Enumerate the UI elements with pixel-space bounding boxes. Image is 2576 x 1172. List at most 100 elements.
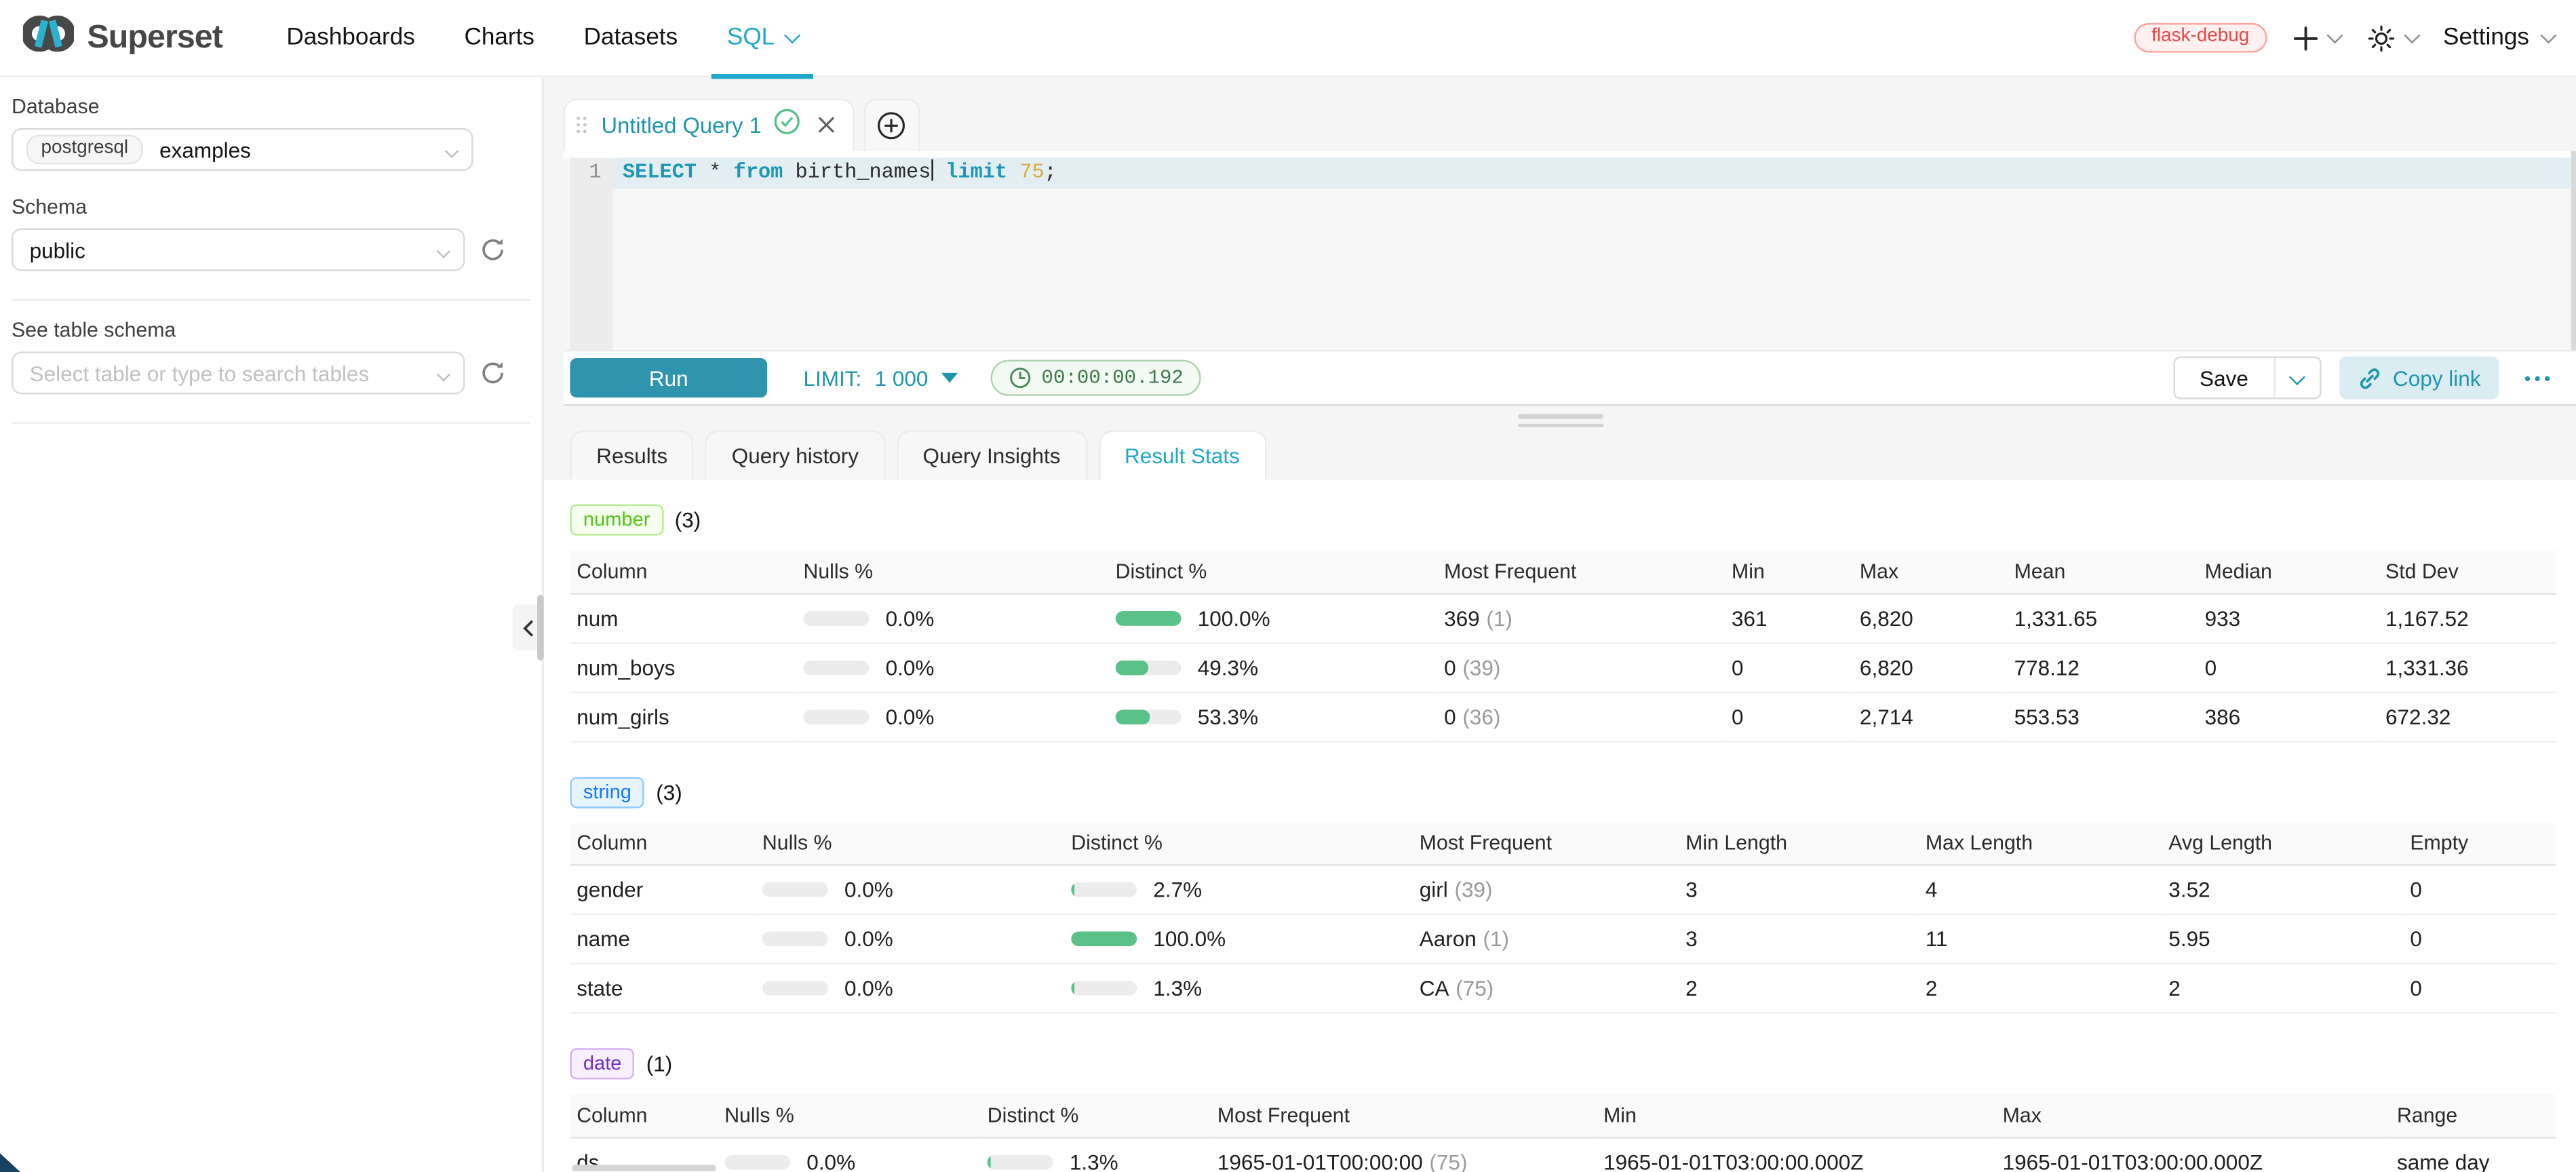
table-row: name0.0%100.0%Aaron(1)3115.950 bbox=[570, 914, 2556, 964]
superset-brand[interactable]: Superset bbox=[23, 12, 222, 64]
nav-sql[interactable]: SQL bbox=[703, 0, 822, 77]
column-header: Min Length bbox=[1679, 822, 1919, 865]
table-cell: 0.0% bbox=[756, 865, 1064, 914]
refresh-schemas-icon[interactable] bbox=[480, 237, 506, 263]
superset-logo-icon bbox=[23, 12, 74, 64]
chevron-down-icon bbox=[784, 27, 799, 42]
nav-dashboards[interactable]: Dashboards bbox=[262, 0, 440, 77]
query-tab-bar: Untitled Query 1 bbox=[564, 98, 2576, 151]
new-item-menu[interactable] bbox=[2294, 26, 2341, 50]
table-cell: 0.0% bbox=[756, 964, 1064, 1013]
column-header: Column bbox=[570, 550, 797, 593]
table-cell: 386 bbox=[2198, 692, 2379, 741]
table-cell: same day bbox=[2390, 1137, 2556, 1172]
editor-gutter: 1 bbox=[570, 158, 613, 350]
percent-bar bbox=[1071, 931, 1137, 946]
horizontal-scrollbar-thumb[interactable] bbox=[572, 1164, 716, 1171]
environment-badge: flask-debug bbox=[2134, 23, 2267, 53]
column-header: Empty bbox=[2404, 822, 2556, 865]
table-cell: 1965-01-01T03:00:00.000Z bbox=[1597, 1137, 1996, 1172]
chevron-down-icon bbox=[445, 144, 459, 159]
database-label: Database bbox=[12, 95, 530, 118]
sidebar-scrollbar-thumb[interactable] bbox=[537, 595, 543, 661]
table-cell: 369(1) bbox=[1437, 593, 1725, 642]
table-cell: 6,820 bbox=[1853, 642, 2008, 692]
table-cell: Aaron(1) bbox=[1413, 914, 1679, 964]
new-query-tab-button[interactable] bbox=[863, 98, 919, 151]
percent-bar bbox=[1071, 981, 1137, 996]
column-header: Max Length bbox=[1919, 822, 2162, 865]
more-actions-button[interactable] bbox=[2522, 369, 2553, 387]
tab-query-insights[interactable]: Query Insights bbox=[897, 431, 1087, 480]
percent-bar bbox=[988, 1154, 1053, 1169]
sql-editor[interactable]: 1 SELECT * from birth_names limit 75; Ru… bbox=[564, 151, 2576, 406]
navbar-right: flask-debug Settings bbox=[2134, 23, 2554, 53]
query-tab[interactable]: Untitled Query 1 bbox=[564, 98, 854, 151]
database-value: examples bbox=[156, 137, 251, 161]
column-header: Min bbox=[1725, 550, 1853, 593]
sqllab-main: Untitled Query 1 bbox=[544, 77, 2576, 1172]
query-tab-title: Untitled Query 1 bbox=[602, 113, 762, 138]
table-cell: girl(39) bbox=[1413, 865, 1679, 914]
table-cell: 6,820 bbox=[1853, 593, 2008, 642]
table-cell: 0 bbox=[1725, 642, 1853, 692]
column-header: Nulls % bbox=[718, 1094, 981, 1137]
stats-table: ColumnNulls %Distinct %Most FrequentMinM… bbox=[570, 550, 2556, 741]
percent-bar bbox=[724, 1154, 790, 1169]
run-button[interactable]: Run bbox=[570, 358, 768, 397]
column-header: Most Frequent bbox=[1413, 822, 1679, 865]
type-tag: date bbox=[570, 1048, 635, 1079]
sql-token: from bbox=[734, 161, 783, 184]
column-header: Distinct % bbox=[981, 1094, 1211, 1137]
pane-resize-handle[interactable] bbox=[1517, 414, 1603, 432]
percent-bar bbox=[803, 660, 869, 675]
tab-result-stats[interactable]: Result Stats bbox=[1098, 431, 1266, 480]
table-cell: state bbox=[570, 964, 756, 1013]
table-cell: 1.3% bbox=[1065, 964, 1413, 1013]
table-cell: 0(39) bbox=[1437, 642, 1725, 692]
tab-results[interactable]: Results bbox=[570, 431, 695, 480]
table-cell: 1965-01-01T03:00:00.000Z bbox=[1996, 1137, 2390, 1172]
table-cell: 2 bbox=[1679, 964, 1919, 1013]
table-cell: 3 bbox=[1679, 914, 1919, 964]
theme-menu[interactable] bbox=[2366, 24, 2417, 52]
editor-body[interactable]: SELECT * from birth_names limit 75; bbox=[612, 158, 2576, 350]
type-tag: string bbox=[570, 776, 645, 807]
close-tab-icon[interactable] bbox=[817, 111, 834, 140]
save-button[interactable]: Save bbox=[2175, 358, 2273, 397]
query-success-icon bbox=[773, 109, 800, 143]
table-schema-label: See table schema bbox=[12, 319, 530, 342]
stats-section-number: number(3)ColumnNulls %Distinct %Most Fre… bbox=[570, 505, 2576, 742]
table-cell: 0 bbox=[2198, 642, 2379, 692]
sql-lab-page: Superset Dashboards Charts Datasets SQL … bbox=[0, 0, 2576, 1172]
sql-token: 75 bbox=[1019, 161, 1044, 184]
table-cell: 361 bbox=[1725, 593, 1853, 642]
schema-select[interactable]: public bbox=[12, 229, 465, 271]
percent-bar bbox=[762, 882, 828, 897]
sql-token bbox=[697, 161, 709, 184]
database-select[interactable]: postgresql examples bbox=[12, 128, 473, 171]
table-row: state0.0%1.3%CA(75)2220 bbox=[570, 964, 2556, 1013]
link-icon bbox=[2357, 366, 2381, 390]
sql-token: * bbox=[709, 161, 721, 184]
table-cell: num_boys bbox=[570, 642, 797, 692]
sql-token: ; bbox=[1045, 161, 1057, 184]
table-cell: CA(75) bbox=[1413, 964, 1679, 1013]
nav-charts[interactable]: Charts bbox=[440, 0, 559, 77]
tab-query-history[interactable]: Query history bbox=[705, 431, 885, 480]
refresh-tables-icon[interactable] bbox=[480, 359, 506, 386]
schema-value: public bbox=[26, 237, 85, 262]
nav-datasets[interactable]: Datasets bbox=[559, 0, 702, 77]
table-select[interactable]: Select table or type to search tables bbox=[12, 351, 465, 394]
drag-grip-icon[interactable] bbox=[577, 116, 589, 136]
settings-menu[interactable]: Settings bbox=[2443, 24, 2553, 51]
column-header: Column bbox=[570, 1094, 718, 1137]
save-options-button[interactable] bbox=[2273, 358, 2319, 397]
column-header: Column bbox=[570, 822, 756, 865]
table-cell: 2 bbox=[1919, 964, 2162, 1013]
percent-bar bbox=[1116, 660, 1182, 675]
limit-dropdown[interactable]: LIMIT: 1 000 bbox=[803, 366, 958, 390]
sqllab-sidebar: Database postgresql examples Schema publ… bbox=[0, 77, 544, 1172]
copy-link-button[interactable]: Copy link bbox=[2339, 357, 2499, 399]
column-count: (3) bbox=[656, 779, 682, 804]
